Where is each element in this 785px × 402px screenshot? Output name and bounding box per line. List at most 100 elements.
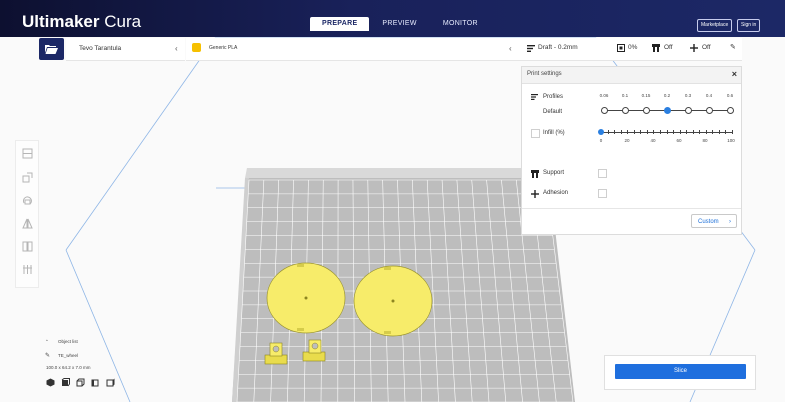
infill-tick-mark: [679, 130, 681, 134]
chevron-left-icon: ‹: [509, 44, 512, 53]
layer-height-option[interactable]: [705, 107, 713, 114]
infill-label: Infill (%): [543, 130, 565, 136]
folder-open-icon: [45, 45, 58, 54]
infill-summary: 0%: [628, 44, 638, 51]
infill-handle[interactable]: [598, 129, 604, 135]
support-checkbox[interactable]: [598, 169, 607, 178]
infill-tick-mark: [666, 130, 668, 134]
layer-height-tick: 0.15: [641, 93, 651, 98]
machine-name: Tevo Tarantula: [79, 45, 122, 52]
infill-tick-mark: [646, 130, 648, 134]
object-list-toggle[interactable]: Object list: [58, 339, 78, 344]
infill-square-icon: [617, 44, 625, 52]
material-name: Generic PLA: [209, 45, 238, 51]
mirror-tool-icon[interactable]: [21, 217, 34, 230]
adhesion-label: Adhesion: [543, 190, 569, 196]
infill-checkbox[interactable]: [531, 129, 540, 138]
layer-height-tick: 0.2: [663, 93, 671, 98]
view-left-icon[interactable]: [91, 378, 100, 387]
model-wheel-right[interactable]: [353, 265, 433, 337]
chevron-right-icon: ›: [729, 219, 731, 225]
infill-tick-mark: [614, 130, 616, 134]
infill-tick-mark: [705, 130, 707, 134]
layer-height-tick: 0.4: [705, 93, 713, 98]
view-3d-icon[interactable]: [46, 378, 55, 387]
view-right-icon[interactable]: [106, 378, 115, 387]
layer-height-option-selected[interactable]: [663, 107, 671, 114]
marketplace-button[interactable]: Marketplace: [697, 19, 733, 32]
chevron-left-icon: ‹: [175, 44, 178, 53]
support-icon: [652, 44, 660, 52]
custom-settings-button[interactable]: Custom ›: [691, 214, 737, 228]
adhesion-icon: [690, 44, 698, 52]
infill-tick-mark: [686, 130, 688, 134]
infill-tick-mark: [673, 130, 675, 134]
pencil-icon: ✎: [45, 353, 51, 359]
material-color-swatch: [192, 43, 201, 52]
rotate-tool-icon[interactable]: [21, 194, 34, 207]
infill-tick-label: 100: [727, 138, 735, 143]
view-top-icon[interactable]: [76, 378, 85, 387]
per-model-settings-icon[interactable]: [21, 240, 34, 253]
layer-height-option[interactable]: [684, 107, 692, 114]
object-dimensions: 100.0 x 64.2 x 7.0 mm: [46, 365, 91, 370]
custom-button-label: Custom: [698, 219, 719, 225]
layer-height-option[interactable]: [726, 107, 734, 114]
print-settings-panel: Print settings × Profiles Default 0.06 0…: [521, 66, 742, 235]
stage-tabs: PREPARE PREVIEW MONITOR: [310, 17, 491, 31]
layer-height-tick: 0.1: [621, 93, 629, 98]
support-label: Support: [543, 170, 565, 176]
infill-tick-label: 80: [702, 138, 708, 143]
infill-tick-mark: [607, 130, 609, 134]
profile-value: Default: [543, 109, 563, 115]
view-front-icon[interactable]: [61, 378, 70, 387]
tab-preview[interactable]: PREVIEW: [369, 17, 429, 31]
settings-lines-icon: [531, 94, 538, 100]
infill-tick-mark: [659, 130, 661, 134]
object-name: TE_wheel: [58, 353, 79, 358]
material-selector[interactable]: Generic PLA ‹: [186, 38, 521, 61]
infill-tick-mark: [633, 130, 635, 134]
slice-button[interactable]: Slice: [615, 364, 746, 379]
open-file-button[interactable]: [39, 38, 64, 60]
support-blocker-icon[interactable]: [21, 263, 34, 276]
profiles-label: Profiles: [543, 94, 564, 100]
infill-tick-mark: [725, 130, 727, 134]
close-icon[interactable]: ×: [732, 69, 737, 79]
header-bar: Ultimaker Cura PREPARE PREVIEW MONITOR M…: [0, 0, 785, 37]
layer-height-option[interactable]: [642, 107, 650, 114]
model-wheel-left[interactable]: [266, 262, 346, 334]
adhesion-checkbox[interactable]: [598, 189, 607, 198]
adhesion-icon: [531, 190, 539, 198]
scale-tool-icon[interactable]: [21, 171, 34, 184]
print-setup-selector[interactable]: Draft - 0.2mm 0% Off Off ✎: [521, 38, 742, 61]
tab-prepare[interactable]: PREPARE: [310, 17, 370, 31]
infill-tick-mark: [699, 130, 701, 134]
infill-tick-mark: [692, 130, 694, 134]
infill-tick-mark: [653, 130, 655, 134]
infill-tick-label: 40: [650, 138, 656, 143]
tab-monitor[interactable]: MONITOR: [430, 17, 491, 31]
layer-height-option[interactable]: [600, 107, 608, 114]
print-settings-title: Print settings: [527, 71, 562, 77]
pencil-icon[interactable]: ✎: [730, 43, 736, 51]
machine-selector[interactable]: Tevo Tarantula ‹: [66, 38, 185, 61]
layer-height-tick: 0.06: [599, 93, 609, 98]
print-settings-header: Print settings ×: [522, 67, 741, 84]
infill-tick-label: 20: [624, 138, 630, 143]
infill-tick-mark: [712, 130, 714, 134]
panel-divider: [522, 208, 741, 209]
support-summary: Off: [664, 44, 673, 51]
move-tool-icon[interactable]: [21, 147, 34, 160]
sign-in-button[interactable]: Sign in: [737, 19, 761, 32]
layer-height-option[interactable]: [621, 107, 629, 114]
settings-lines-icon: [527, 45, 535, 52]
profile-summary: Draft - 0.2mm: [538, 44, 578, 51]
infill-tick-mark: [718, 130, 720, 134]
infill-tick-label: 0: [599, 138, 603, 143]
layer-height-tick: 0.6: [726, 93, 734, 98]
support-icon: [531, 170, 539, 178]
infill-tick-label: 60: [676, 138, 682, 143]
view-orientation-bar: [46, 378, 115, 387]
chevron-up-icon[interactable]: ⌃: [45, 339, 49, 345]
